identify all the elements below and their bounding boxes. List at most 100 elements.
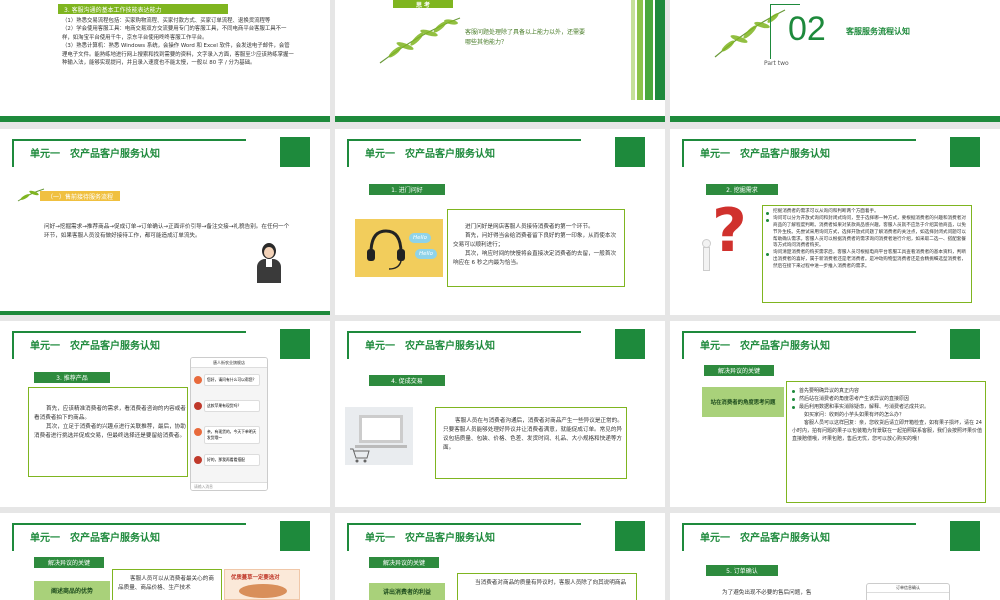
slide-6-item-2: 询问可以分为开放式询问和封闭式询问，至于选择哪一种方式，要根据消费者的兴趣和消费…	[766, 216, 970, 250]
slide-2-stripes	[615, 0, 665, 100]
slide-11-text: 当消费者对商品的质量有异议时，客服人员除了向其说明商品	[475, 580, 627, 586]
order-confirm-label: 订单信息确认	[867, 584, 949, 593]
slide-8-tag: 4. 促成交易	[369, 375, 445, 386]
slide-10-side-label: 阐述商品的优势	[34, 581, 110, 600]
slide-9[interactable]: 单元一 农产品客户服务认知 解决异议的关键 站在消费者的角度思考问题 首先要明确…	[670, 321, 1000, 507]
slide-9-item-3: 最后利用数据和事实消除疑虑，解释、与消费者达成共识。	[792, 403, 984, 411]
header-square	[280, 521, 310, 551]
unit-title: 单元一 农产品客户服务认知	[700, 341, 830, 352]
slide-9-tag: 解决异议的关键	[704, 365, 774, 376]
header-square	[280, 329, 310, 359]
slide-9-answer: 客服人员可以这样回复：亲，您收货后请立即开箱检查，如有果子损坏，请在 24 小时…	[792, 420, 983, 442]
slide-2[interactable]: 思 考 客服问题处理除了具备以上能力以外，还需要哪些其他能力？	[335, 0, 665, 122]
headset-image: Hello Hello	[355, 219, 443, 277]
slide-thumbnail-grid: 3. 客服沟通的基本工作技能表达能力 （1）熟悉交易流程包括：买家购物流程、买家…	[0, 0, 1000, 600]
slide-2-question: 客服问题处理除了具备以上能力以外，还需要哪些其他能力？	[465, 29, 586, 46]
header-square	[615, 137, 645, 167]
slide-6-item-3: 询问清楚消费者的购买需求后，客服人员可根据电商平台客服工具查看消费者的基本资料，…	[766, 250, 970, 271]
slide-2-title-tag: 思 考	[393, 0, 453, 9]
header-square	[615, 521, 645, 551]
order-confirm-screenshot: 订单信息确认	[866, 583, 950, 600]
slide-4[interactable]: 单元一 农产品客户服务认知 （一）售前接待服务流程 问好→挖掘需求→推荐商品→促…	[0, 129, 330, 315]
unit-title: 单元一 农产品客户服务认知	[30, 533, 160, 544]
header-square	[950, 521, 980, 551]
slide-3-bottom-bar	[670, 116, 1000, 122]
shopping-cart-icon	[350, 448, 370, 463]
slide-1-tag: 3. 客服沟通的基本工作技能表达能力	[58, 4, 228, 14]
chat-msg-4: 好的，那我再看看搭配	[204, 454, 260, 466]
slide-12[interactable]: 单元一 农产品客户服务认知 5. 订单确认 为了避免出现不必要的售后问题，售 订…	[670, 513, 1000, 600]
slide-1-line-1: （1）熟悉交易流程包括：买家购物流程、买家付款方式、买家订单流程、退换货流程等	[62, 18, 271, 24]
unit-title: 单元一 农产品客户服务认知	[365, 533, 495, 544]
slide-7-p2: 其次，立足于消费者的兴趣点进行关联推荐，最后，协助消费者进行挑选并促成交易，但最…	[34, 423, 186, 439]
question-mark-icon: ?	[712, 196, 747, 266]
slide-1-body: （1）熟悉交易流程包括：买家购物流程、买家付款方式、买家订单流程、退换货流程等 …	[62, 17, 294, 67]
product-image-label: 优质蔓草一定要选对	[231, 575, 280, 581]
slide-3-number: 02	[788, 10, 826, 48]
slide-9-text: 首先要明确异议的真正内容 然后站在消费者的角度思考产生该异议的直接原因 最后利用…	[792, 387, 984, 443]
slide-10[interactable]: 单元一 农产品客户服务认知 解决异议的关键 阐述商品的优势 客服人员可以从消费者…	[0, 513, 330, 600]
slide-5-p3: 其次，响应时间的快慢将会直接决定消费者的去留，一般首次响应在 6 秒之内最为恰当…	[453, 250, 617, 266]
laptop-cart-image	[345, 407, 413, 465]
slide-12-tag: 5. 订单确认	[706, 565, 778, 576]
slide-4-bottom-bar	[0, 311, 330, 315]
slide-8[interactable]: 单元一 农产品客户服务认知 4. 促成交易 客服人员在与消费者沟通后，消费者对商…	[335, 321, 665, 507]
header-square	[950, 137, 980, 167]
slide-3[interactable]: 02 客服服务流程认知 Part two	[670, 0, 1000, 122]
avatar	[194, 376, 202, 384]
slide-12-text: 为了避免出现不必要的售后问题，售	[722, 590, 812, 596]
unit-title: 单元一 农产品客户服务认知	[30, 149, 160, 160]
slide-11[interactable]: 单元一 农产品客户服务认知 解决异议的关键 讲出消费者的利益 当消费者对商品的质…	[335, 513, 665, 600]
chat-header: 唐人街农业旗舰店	[191, 358, 267, 368]
slide-2-bottom-bar	[335, 116, 665, 122]
unit-title: 单元一 农产品客户服务认知	[30, 341, 160, 352]
slide-5-tag: 1. 进门问好	[369, 184, 445, 195]
unit-title: 单元一 农产品客户服务认知	[700, 533, 830, 544]
unit-title: 单元一 农产品客户服务认知	[365, 149, 495, 160]
chat-input: 请输入消息	[191, 482, 267, 490]
header-square	[280, 137, 310, 167]
slide-3-title: 客服服务流程认知	[846, 27, 910, 36]
header-square	[950, 329, 980, 359]
slide-9-item-2: 然后站在消费者的角度思考产生该异议的直接原因	[792, 395, 984, 403]
slide-6[interactable]: 单元一 农产品客户服务认知 2. 挖掘需求 ? 挖掘消费者的需求可以从询问和判断…	[670, 129, 1000, 315]
slide-8-text: 客服人员在与消费者沟通后，消费者对商品产生一些异议是正常的。只要客服人员能够处理…	[443, 418, 623, 451]
slide-3-part: Part two	[764, 60, 789, 67]
slide-10-text: 客服人员可以从消费者最关心的商品质量、商品价格、生产技术	[118, 576, 214, 591]
chat-screenshot: 唐人街农业旗舰店 您好，请问有什么可以帮您？ 这款苹果有现货吗？ 亲，有现货的，…	[190, 357, 268, 491]
slide-9-side-label: 站在消费者的角度思考问题	[702, 387, 784, 417]
slide-5[interactable]: 单元一 农产品客户服务认知 1. 进门问好 Hello Hello 进门问好是网…	[335, 129, 665, 315]
slide-4-text: 问好→挖掘需求→推荐商品→促成订单→订单确认→正面评价引导→备注交接→礼貌告别。…	[44, 224, 290, 239]
leaf-decoration-icon	[379, 17, 461, 64]
chat-msg-2: 这款苹果有现货吗？	[204, 400, 260, 412]
slide-6-text: 挖掘消费者的需求可以从询问和判断两个方面着手。 询问可以分为开放式询问和封闭式询…	[766, 209, 970, 271]
avatar	[194, 402, 202, 410]
slide-7-tag: 3. 推荐产品	[34, 372, 110, 383]
slide-5-text: 进门问好是网店客服人员接待消费者的第一个环节。 首先，问好得当会给消费者留下良好…	[453, 223, 621, 268]
slide-9-question: 如买家问：收到的小芋头如果有坏的怎么办？	[804, 412, 905, 418]
question-figure: ?	[698, 201, 758, 281]
slide-9-item-1: 首先要明确异议的真正内容	[792, 387, 984, 395]
slide-5-p1: 进门问好是网店客服人员接待消费者的第一个环节。	[465, 224, 594, 230]
slide-5-p2: 首先，问好得当会给消费者留下良好的第一印象，从而使本次交易可以顺利进行；	[453, 232, 617, 248]
slide-11-tag: 解决异议的关键	[369, 557, 439, 568]
avatar	[194, 456, 202, 464]
slide-7-text: 首先，应该精准消费者的需求，看消费者咨询的内容或者看消费者拍下的商品。 其次，立…	[34, 405, 186, 441]
slide-1-line-3: （3）熟悉计算机：熟悉 Windows 系统，会操作 Word 和 Excel …	[62, 43, 294, 66]
slide-7[interactable]: 单元一 农产品客户服务认知 3. 推荐产品 首先，应该精准消费者的需求，看消费者…	[0, 321, 330, 507]
product-image: 优质蔓草一定要选对	[224, 569, 300, 600]
avatar	[194, 428, 202, 436]
slide-1[interactable]: 3. 客服沟通的基本工作技能表达能力 （1）熟悉交易流程包括：买家购物流程、买家…	[0, 0, 330, 122]
header-square	[615, 329, 645, 359]
headset-icon	[367, 229, 405, 270]
unit-title: 单元一 农产品客户服务认知	[700, 149, 830, 160]
hello-bubble-1: Hello	[409, 233, 431, 243]
slide-7-p1: 首先，应该精准消费者的需求，看消费者咨询的内容或者看消费者拍下的商品。	[34, 406, 186, 421]
slide-11-side-label: 讲出消费者的利益	[369, 583, 445, 600]
laptop-icon	[359, 415, 403, 443]
slide-4-tag: （一）售前接待服务流程	[40, 191, 120, 201]
slide-6-item-1: 挖掘消费者的需求可以从询问和判断两个方面着手。	[766, 209, 970, 216]
customer-service-avatar	[254, 241, 284, 283]
unit-title: 单元一 农产品客户服务认知	[365, 341, 495, 352]
slide-10-tag: 解决异议的关键	[34, 557, 104, 568]
